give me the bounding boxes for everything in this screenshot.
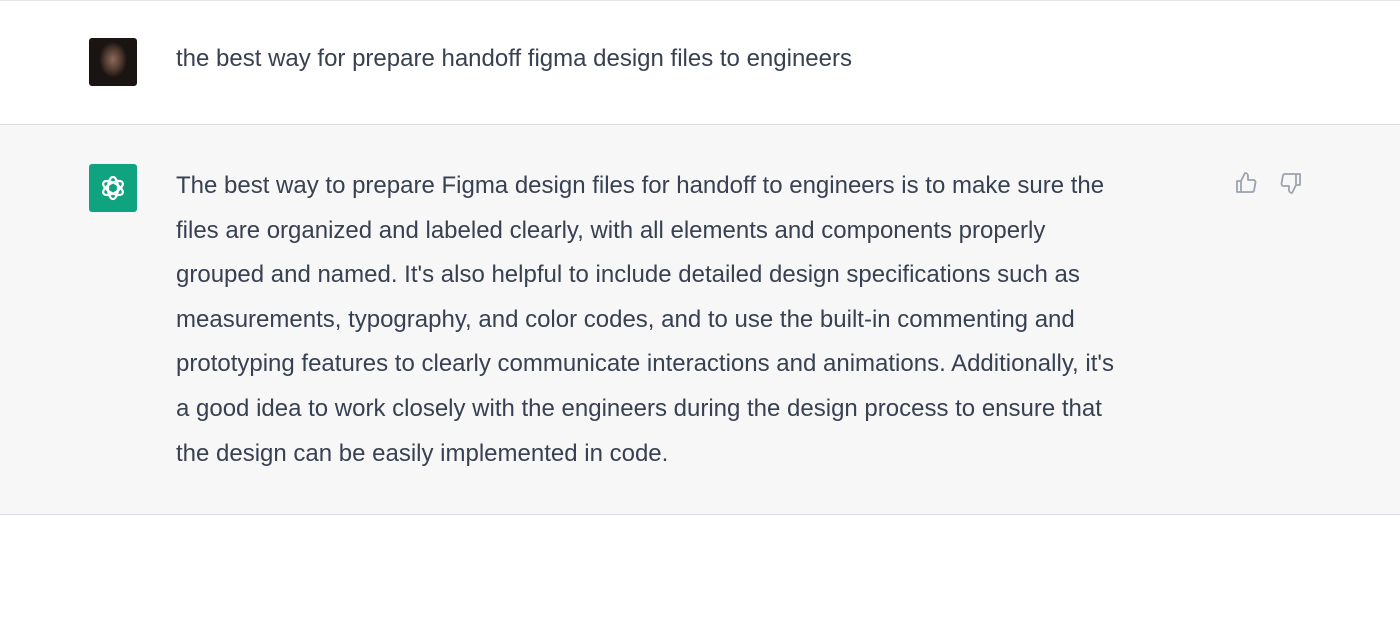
openai-logo-icon bbox=[89, 164, 137, 212]
assistant-message: The best way to prepare Figma design fil… bbox=[0, 125, 1400, 515]
message-line: the design can be easily implemented in … bbox=[176, 439, 669, 467]
message-line: The best way to prepare Figma design fil… bbox=[176, 172, 1105, 199]
message-line: grouped and named. It's also helpful to … bbox=[176, 261, 1080, 289]
thumbs-down-icon bbox=[1280, 173, 1301, 194]
message-line: a good idea to work closely with the eng… bbox=[176, 394, 1102, 422]
thumbs-up-icon bbox=[1236, 172, 1257, 193]
thumbs-up-button[interactable] bbox=[1232, 169, 1260, 197]
message-line: files are organized and labeled clearly,… bbox=[176, 216, 1046, 244]
user-message-text: the best way for prepare handoff figma d… bbox=[176, 45, 852, 72]
assistant-message-text: The best way to prepare Figma design fil… bbox=[176, 170, 1114, 482]
thumbs-down-button[interactable] bbox=[1277, 169, 1305, 197]
message-line: prototyping features to clearly communic… bbox=[176, 350, 1114, 378]
user-avatar bbox=[89, 38, 137, 86]
user-message: the best way for prepare handoff figma d… bbox=[0, 1, 1400, 125]
message-line: measurements, typography, and color code… bbox=[176, 305, 1075, 333]
